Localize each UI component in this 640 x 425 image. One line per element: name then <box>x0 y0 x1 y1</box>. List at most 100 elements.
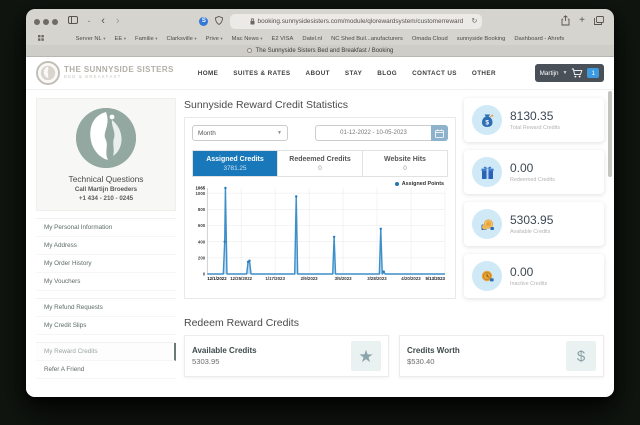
sidebar-toggle-icon[interactable] <box>66 16 80 26</box>
user-name: Martijn <box>540 70 559 77</box>
tab-redeemed-credits[interactable]: Redeemed Credits 0 <box>277 151 362 176</box>
svg-text:800: 800 <box>198 207 206 212</box>
bookmark-item[interactable]: Dashboard - Ahrefs <box>514 36 564 42</box>
reload-icon[interactable]: ↻ <box>471 17 477 25</box>
nav-suites-rates[interactable]: SUITES & RATES <box>233 70 290 77</box>
extension-icon[interactable]: S <box>199 17 208 26</box>
statistics-section: Sunnyside Reward Credit Statistics Month… <box>184 98 456 306</box>
available-credits-card: 5303.95 Available Credits <box>464 202 604 246</box>
scrollbar[interactable] <box>608 91 612 177</box>
svg-text:12/25/2022: 12/25/2022 <box>230 276 252 281</box>
sisters-logo <box>76 108 136 168</box>
share-icon[interactable] <box>559 15 572 28</box>
shield-icon[interactable] <box>213 16 225 27</box>
stat-label: Total Reward Credits <box>510 125 560 131</box>
chevron-down-icon: ▾ <box>220 36 222 42</box>
bookmark-item[interactable]: Familie▾ <box>135 36 157 42</box>
bookmark-item[interactable]: Prive▾ <box>206 36 223 42</box>
redeem-card-value: 5303.95 <box>192 357 257 366</box>
legend-dot-icon <box>395 182 400 187</box>
tab-title: The Sunnyside Sisters Bed and Breakfast … <box>256 48 394 54</box>
available-credits-redeem-card: Available Credits 5303.95 ★ <box>184 335 389 377</box>
sidebar-item-credit-slips[interactable]: My Credit Slips <box>36 317 176 335</box>
main-area: Sunnyside Reward Credit Statistics Month… <box>184 98 604 379</box>
redeem-card-title: Available Credits <box>192 346 257 355</box>
svg-text:600: 600 <box>198 223 206 228</box>
nav-about[interactable]: ABOUT <box>306 70 330 77</box>
inactive-credits-card: 0.00 Inactive Credits <box>464 254 604 298</box>
stat-value: 5303.95 <box>510 213 553 227</box>
bookmark-item[interactable]: Mac News▾ <box>232 36 263 42</box>
bookmarks-grid-icon[interactable] <box>38 35 44 43</box>
svg-text:12/1/2022: 12/1/2022 <box>207 276 227 281</box>
tab-assigned-credits[interactable]: Assigned Credits 3781.25 <box>193 151 277 176</box>
sidebar-item-address[interactable]: My Address <box>36 237 176 255</box>
help-phone: +1 434 - 210 - 0245 <box>43 195 169 202</box>
nav-blog[interactable]: BLOG <box>377 70 397 77</box>
chevron-down-icon[interactable]: ⌄ <box>85 19 93 24</box>
svg-text:3/5/2023: 3/5/2023 <box>335 276 353 281</box>
stat-label: Available Credits <box>510 229 553 235</box>
user-menu-button[interactable]: Martijn ▼ 1 <box>535 64 604 82</box>
svg-text:4/20/2023: 4/20/2023 <box>401 276 421 281</box>
date-range-group: 01-12-2022 - 10-05-2023 <box>315 125 448 141</box>
bookmark-item[interactable]: NC Shed Buil...anufacturers <box>331 36 403 42</box>
sidebar-menu-group: My Refund Requests My Credit Slips <box>36 298 176 335</box>
nav-home[interactable]: HOME <box>198 70 219 77</box>
total-reward-credits-card: $ 8130.35 Total Reward Credits <box>464 98 604 142</box>
calendar-button[interactable] <box>431 125 448 141</box>
date-range-input[interactable]: 01-12-2022 - 10-05-2023 <box>315 125 431 141</box>
stat-value: 0.00 <box>510 161 555 175</box>
browser-toolbar: ⌄ ‹ › S booking.sunnysidesisters.com/mod… <box>26 9 614 33</box>
chevron-down-icon: ▾ <box>260 36 262 42</box>
period-selected-value: Month <box>198 130 216 137</box>
bookmark-item[interactable]: Server NL▾ <box>76 36 106 42</box>
nav-contact-us[interactable]: CONTACT US <box>412 70 457 77</box>
sidebar-item-refund-requests[interactable]: My Refund Requests <box>36 299 176 317</box>
chart-legend: Assigned Points <box>395 181 444 187</box>
new-tab-icon[interactable]: + <box>577 16 587 26</box>
forward-button[interactable]: › <box>113 15 123 27</box>
sidebar-menu-group: My Personal Information My Address My Or… <box>36 218 176 291</box>
nav-other[interactable]: OTHER <box>472 70 496 77</box>
sidebar-item-refer-a-friend[interactable]: Refer A Friend <box>36 361 176 379</box>
redeem-section-title: Redeem Reward Credits <box>184 317 604 329</box>
redeem-card-value: $530.40 <box>407 357 460 366</box>
legend-label: Assigned Points <box>402 181 444 187</box>
stat-value: 0.00 <box>510 265 547 279</box>
bookmark-item[interactable]: E2 VISA <box>271 36 293 42</box>
sidebar-item-order-history[interactable]: My Order History <box>36 255 176 273</box>
url-bar[interactable]: booking.sunnysidesisters.com/module/qlor… <box>230 14 482 29</box>
browser-window: ⌄ ‹ › S booking.sunnysidesisters.com/mod… <box>26 9 614 397</box>
bookmark-item[interactable]: Omada Cloud <box>412 36 448 42</box>
sidebar-item-vouchers[interactable]: My Vouchers <box>36 273 176 291</box>
period-select[interactable]: Month ▼ <box>192 125 288 141</box>
tab-website-hits[interactable]: Website Hits 0 <box>362 151 447 176</box>
brand-logo[interactable] <box>36 61 60 85</box>
help-card: Technical Questions Call Martijn Broeder… <box>36 98 176 211</box>
svg-text:1/17/2023: 1/17/2023 <box>265 276 285 281</box>
help-contact-name: Call Martijn Broeders <box>43 186 169 193</box>
sidebar-item-reward-credits[interactable]: My Reward Credits <box>36 343 176 361</box>
gift-icon <box>472 157 502 187</box>
back-button[interactable]: ‹ <box>98 15 108 27</box>
star-icon: ★ <box>351 341 381 371</box>
calendar-icon <box>435 129 444 138</box>
svg-text:1000: 1000 <box>195 191 205 196</box>
svg-text:400: 400 <box>198 239 206 244</box>
redeemed-credits-card: 0.00 Redeemed Credits <box>464 150 604 194</box>
money-bag-icon: $ <box>472 105 502 135</box>
bookmark-item[interactable]: Clarksville▾ <box>166 36 196 42</box>
lock-icon <box>250 18 255 25</box>
traffic-lights[interactable] <box>34 12 61 30</box>
bookmark-item[interactable]: Datel.nl <box>302 36 322 42</box>
bookmark-item[interactable]: sunnyside Booking <box>457 36 506 42</box>
tab-bar[interactable]: The Sunnyside Sisters Bed and Breakfast … <box>26 45 614 57</box>
sidebar-item-personal-information[interactable]: My Personal Information <box>36 219 176 237</box>
tab-overview-icon[interactable] <box>592 16 606 27</box>
bookmark-item[interactable]: EE▾ <box>115 36 127 42</box>
site-header: THE SUNNYSIDE SISTERS BED & BREAKFAST HO… <box>26 57 614 90</box>
svg-text:0: 0 <box>203 272 206 277</box>
nav-stay[interactable]: STAY <box>345 70 362 77</box>
reward-summary-column: $ 8130.35 Total Reward Credits <box>464 98 604 306</box>
